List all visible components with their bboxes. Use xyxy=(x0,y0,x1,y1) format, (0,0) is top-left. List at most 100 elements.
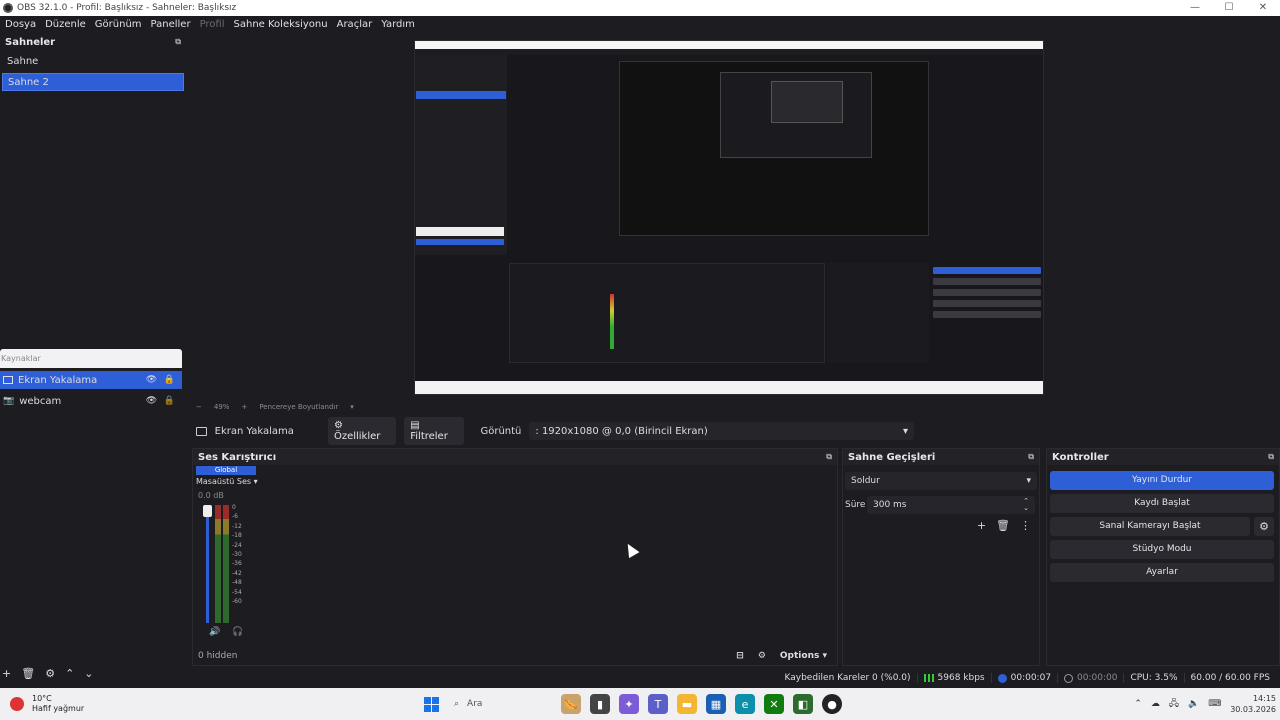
meter-tick: -30 xyxy=(232,551,242,559)
nvidia-icon[interactable]: ◧ xyxy=(793,694,813,714)
settings-button[interactable]: Ayarlar xyxy=(1050,563,1274,582)
preview-nested-sources-header xyxy=(416,227,504,236)
scene-item-sahne[interactable]: Sahne xyxy=(0,53,186,71)
teams-icon[interactable]: T xyxy=(648,694,668,714)
stop-stream-button[interactable]: Yayını Durdur xyxy=(1050,471,1274,490)
sources-header: Kaynaklar xyxy=(0,349,182,368)
options-button[interactable]: Options ▾ xyxy=(780,651,827,661)
file-explorer-icon[interactable]: ▬ xyxy=(677,694,697,714)
menu-dosya[interactable]: Dosya xyxy=(0,19,40,30)
mixer-footer-actions: ⊟ ⚙ Options ▾ xyxy=(736,651,837,661)
eye-icon[interactable]: 👁 xyxy=(146,375,157,386)
xbox-icon[interactable]: ✕ xyxy=(764,694,784,714)
settings-icon[interactable]: ⚙ xyxy=(758,651,766,661)
window-titlebar: OBS 32.1.0 - Profil: Başlıksız - Sahnele… xyxy=(0,0,1280,16)
preview-nested-canvas xyxy=(619,61,929,236)
volume-slider[interactable] xyxy=(206,505,209,623)
menu-araclar[interactable]: Araçlar xyxy=(332,19,377,30)
gear-icon[interactable]: ⚙ xyxy=(1254,517,1274,536)
audio-meter-left xyxy=(215,505,221,623)
mixer-global-tab[interactable]: Global xyxy=(196,466,256,475)
windows-start-icon[interactable] xyxy=(424,696,439,712)
display-select[interactable]: : 1920x1080 @ 0,0 (Birincil Ekran) ▾ xyxy=(529,422,914,440)
duration-input[interactable]: 300 ms ⌃ ⌄ xyxy=(867,496,1035,514)
store-icon[interactable]: ▦ xyxy=(706,694,726,714)
stream-time-seg: 00:00:07 xyxy=(990,673,1057,683)
more-icon[interactable]: ⋮ xyxy=(1020,519,1031,532)
stepper-icon[interactable]: ⌃ ⌄ xyxy=(1023,498,1029,512)
mixer-db-value: 0.0 dB xyxy=(198,491,224,500)
task-view-icon[interactable]: ▮ xyxy=(590,694,610,714)
preview-nested-btn xyxy=(933,267,1041,274)
filters-button[interactable]: ▤ Filtreler xyxy=(404,417,465,445)
copilot-icon[interactable]: ✦ xyxy=(619,694,639,714)
source-item-ekran-yakalama[interactable]: Ekran Yakalama 👁 🔒 xyxy=(0,371,182,389)
zoom-out-icon[interactable]: − xyxy=(196,403,202,411)
meter-tick: -6 xyxy=(232,513,238,521)
preview-nested-btn xyxy=(933,289,1041,296)
monitor-icon xyxy=(196,426,207,436)
chevron-down-icon: ▾ xyxy=(902,425,908,437)
undock-icon[interactable]: ⧉ xyxy=(826,452,832,462)
chevron-up-icon[interactable]: ⌃ xyxy=(1134,699,1142,709)
menu-bar: Dosya Düzenle Görünüm Paneller Profil Sa… xyxy=(0,16,1280,32)
minimize-icon[interactable]: — xyxy=(1178,0,1212,16)
chevron-down-icon[interactable]: ▾ xyxy=(350,403,354,411)
fit-to-window[interactable]: Pencereye Boyutlandır xyxy=(259,403,338,411)
network-icon[interactable]: 🖧 xyxy=(1169,696,1179,712)
taskbar-search[interactable]: ⌕ Ara xyxy=(448,693,552,715)
undock-icon[interactable]: ⧉ xyxy=(175,37,181,47)
transition-select[interactable]: Soldur ▾ xyxy=(845,472,1037,490)
menu-yardim[interactable]: Yardım xyxy=(376,19,419,30)
eye-icon[interactable]: 👁 xyxy=(146,396,157,407)
add-icon[interactable]: + xyxy=(977,519,986,532)
lock-icon[interactable]: 🔒 xyxy=(164,375,175,386)
undock-icon[interactable]: ⧉ xyxy=(1028,452,1034,462)
start-virtualcam-button[interactable]: Sanal Kamerayı Başlat xyxy=(1050,517,1250,536)
start-record-button[interactable]: Kaydı Başlat xyxy=(1050,494,1274,513)
volume-slider-handle[interactable] xyxy=(203,505,212,517)
duration-label: Süre xyxy=(845,500,866,510)
dropped-frames: Kaybedilen Kareler 0 (%0.0) xyxy=(784,673,911,683)
edge-icon[interactable]: e xyxy=(735,694,755,714)
properties-button[interactable]: ⚙ Özellikler xyxy=(327,417,397,445)
obs-taskbar-icon[interactable]: ● xyxy=(822,694,842,714)
program-preview[interactable] xyxy=(414,40,1044,395)
preview-nested-mixer xyxy=(509,263,825,363)
menu-paneller[interactable]: Paneller xyxy=(146,19,195,30)
preview-nested-source-selected xyxy=(416,239,504,245)
mixer-header: Ses Karıştırıcı ⧉ xyxy=(193,449,837,465)
studio-mode-button[interactable]: Stüdyo Modu xyxy=(1050,540,1274,559)
zoom-in-icon[interactable]: + xyxy=(241,403,247,411)
menu-duzenle[interactable]: Düzenle xyxy=(40,19,90,30)
transitions-title: Sahne Geçişleri xyxy=(848,451,936,463)
mixer-track-controls: 🔊 🎧 xyxy=(209,627,243,637)
audio-meter-right xyxy=(223,505,229,623)
mixer-track-name[interactable]: Masaüstü Ses ▾ xyxy=(196,477,258,486)
menu-gorunum[interactable]: Görünüm xyxy=(90,19,146,30)
controls-title: Kontroller xyxy=(1052,451,1109,463)
speaker-icon[interactable]: 🔊 xyxy=(209,627,220,637)
cloud-icon[interactable]: ☁ xyxy=(1151,699,1160,709)
source-label: webcam xyxy=(19,395,62,407)
keyboard-icon[interactable]: ⌨ xyxy=(1208,699,1221,709)
headphones-icon[interactable]: 🎧 xyxy=(232,627,243,637)
audio-mixer-panel: Ses Karıştırıcı ⧉ Global Masaüstü Ses ▾ … xyxy=(192,448,838,666)
layout-icon[interactable]: ⊟ xyxy=(736,651,744,661)
volume-icon[interactable]: 🔈 xyxy=(1188,699,1199,709)
maximize-icon[interactable]: ☐ xyxy=(1212,0,1246,16)
menu-sahne-koleksiyonu[interactable]: Sahne Koleksiyonu xyxy=(229,19,332,30)
widget-icon[interactable]: 🌭 xyxy=(561,694,581,714)
weather-temp: 10°C xyxy=(32,694,52,703)
lock-icon[interactable]: 🔒 xyxy=(164,396,175,407)
close-icon[interactable]: ✕ xyxy=(1246,0,1280,16)
preview-nested-canvas-3 xyxy=(771,81,843,123)
source-item-webcam[interactable]: 📷 webcam 👁 🔒 xyxy=(0,392,182,410)
clock[interactable]: 14:15 30.03.2026 xyxy=(1230,693,1276,715)
menu-profil[interactable]: Profil xyxy=(195,19,229,30)
trash-icon[interactable]: 🗑 xyxy=(996,519,1010,532)
undock-icon[interactable]: ⧉ xyxy=(1268,452,1274,462)
transition-actions: + 🗑 ⋮ xyxy=(843,519,1039,532)
scene-item-sahne-2[interactable]: Sahne 2 xyxy=(2,73,184,91)
weather-widget[interactable]: 10°C Hafif yağmur xyxy=(10,694,160,714)
